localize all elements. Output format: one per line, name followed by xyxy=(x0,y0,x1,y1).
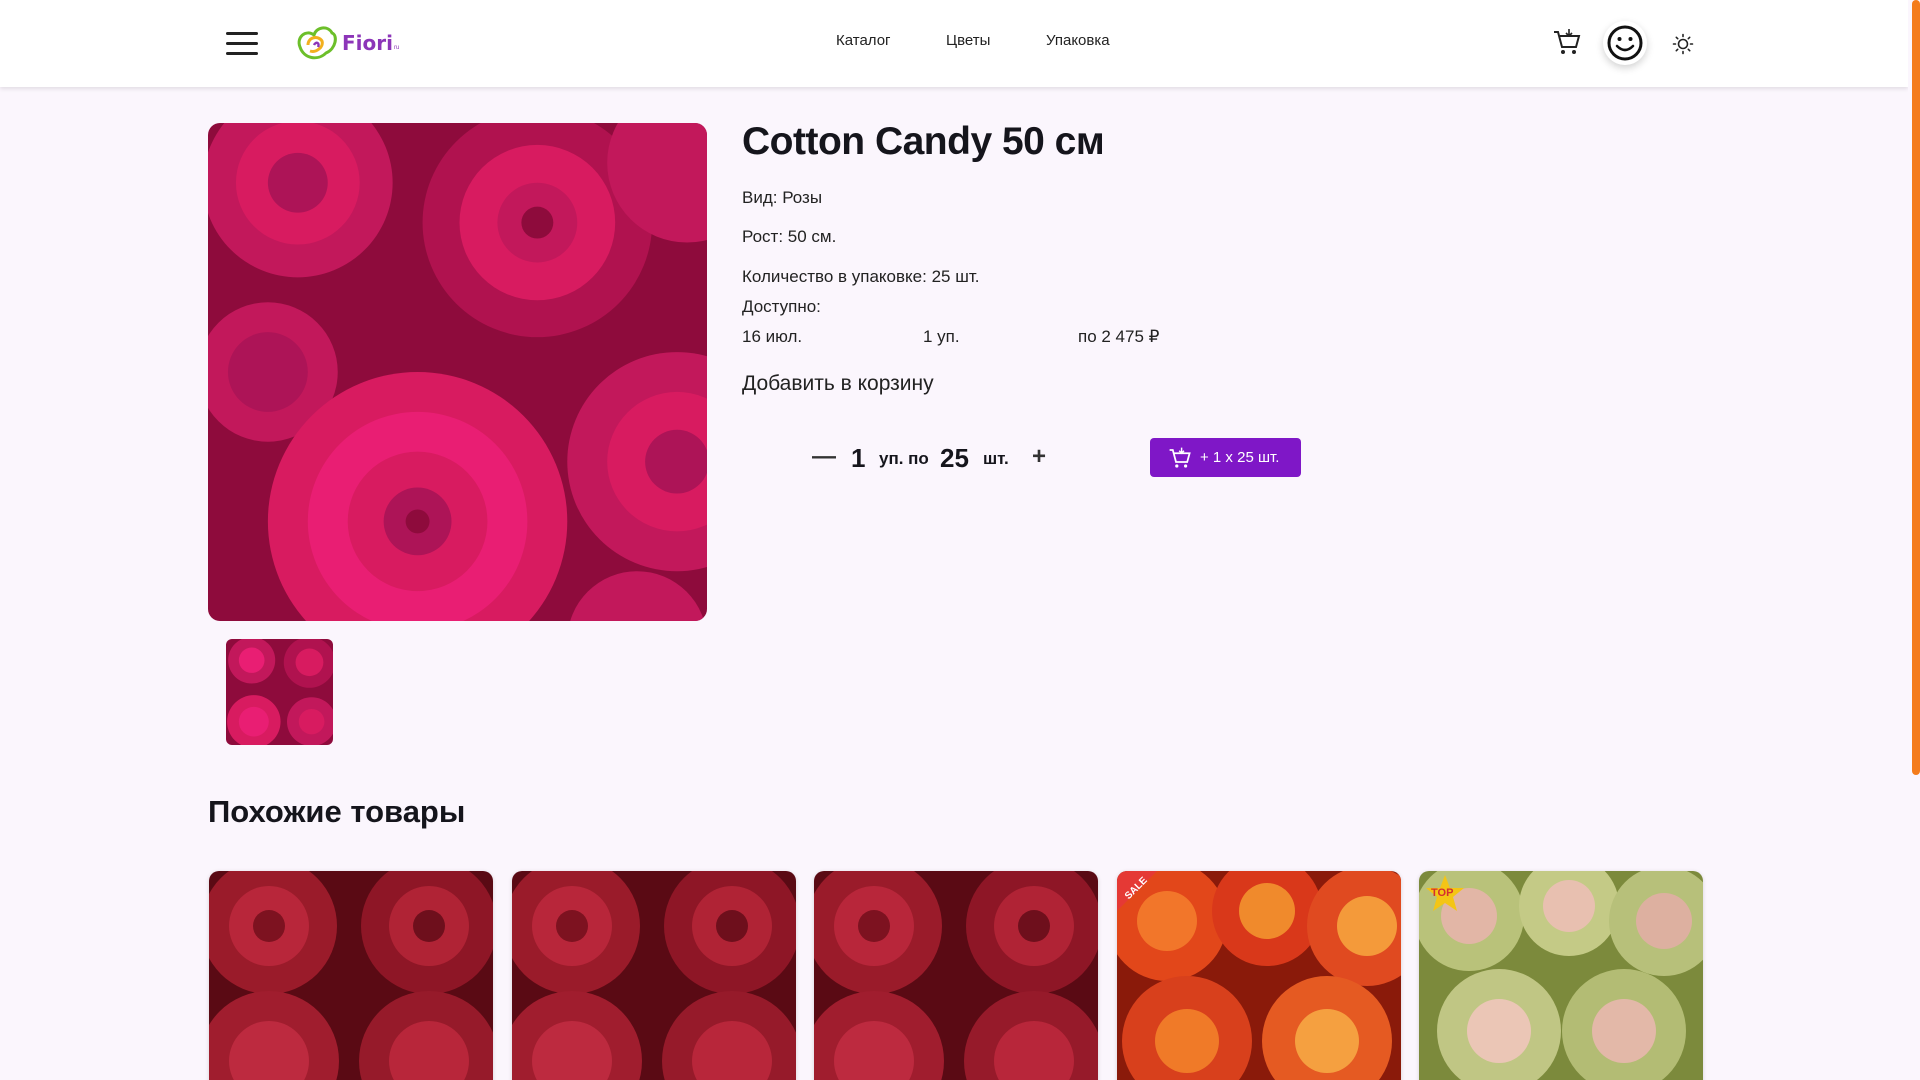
top-badge: TOP xyxy=(1431,887,1454,899)
add-to-cart-label: + 1 x 25 шт. xyxy=(1200,449,1280,466)
profile-smiley-icon[interactable] xyxy=(1603,21,1647,65)
product-thumbnail[interactable] xyxy=(226,639,333,745)
quantity-decrease-button[interactable]: — xyxy=(812,443,836,471)
nav-catalog[interactable]: Каталог xyxy=(836,32,891,49)
logo-flower-icon xyxy=(297,26,337,60)
quantity-packs-unit: уп. по xyxy=(879,449,929,468)
quantity-increase-button[interactable]: + xyxy=(1032,443,1046,471)
cart-icon[interactable] xyxy=(1551,26,1583,58)
similar-product-card[interactable] xyxy=(814,871,1098,1080)
add-to-cart-button[interactable]: + 1 x 25 шт. xyxy=(1150,438,1301,477)
logo-domain: ru xyxy=(393,45,400,51)
similar-product-card[interactable]: TOP xyxy=(1419,871,1703,1080)
availability-units: 1 уп. xyxy=(923,327,960,346)
availability-label: Доступно: xyxy=(742,297,821,316)
similar-products-title: Похожие товары xyxy=(208,794,466,829)
red-roses-photo xyxy=(512,871,796,1080)
product-kind: Вид: Розы xyxy=(742,188,823,207)
product-height: Рост: 50 см. xyxy=(742,227,837,246)
theme-sun-icon[interactable] xyxy=(1671,32,1695,56)
quantity-per-pack-value: 25 xyxy=(940,443,969,473)
availability-price: по 2 475 ₽ xyxy=(1078,327,1160,346)
quantity-per-pack-unit: шт. xyxy=(983,449,1009,468)
nav-packaging[interactable]: Упаковка xyxy=(1046,32,1110,49)
similar-product-card[interactable] xyxy=(512,871,796,1080)
product-main-photo[interactable] xyxy=(208,123,707,621)
menu-icon[interactable] xyxy=(226,30,260,56)
similar-product-card[interactable]: SALE xyxy=(1117,871,1401,1080)
quantity-packs-value[interactable]: 1 xyxy=(851,443,865,474)
logo-text: Fiori xyxy=(342,31,393,55)
logo[interactable]: Fiori ru xyxy=(294,22,399,64)
scrollbar-thumb[interactable] xyxy=(1912,0,1920,775)
add-to-cart-heading: Добавить в корзину xyxy=(742,372,934,395)
red-roses-photo xyxy=(814,871,1098,1080)
availability-date: 16 июл. xyxy=(742,327,803,346)
red-roses-photo xyxy=(209,871,493,1080)
similar-product-card[interactable] xyxy=(209,871,493,1080)
site-header: Fiori ru Каталог Цветы Упаковка xyxy=(0,0,1908,87)
cart-add-icon xyxy=(1169,447,1191,468)
nav-flowers[interactable]: Цветы xyxy=(946,32,990,49)
product-pack-quantity: Количество в упаковке: 25 шт. xyxy=(742,267,980,286)
product-title: Cotton Candy 50 см xyxy=(742,120,1105,163)
